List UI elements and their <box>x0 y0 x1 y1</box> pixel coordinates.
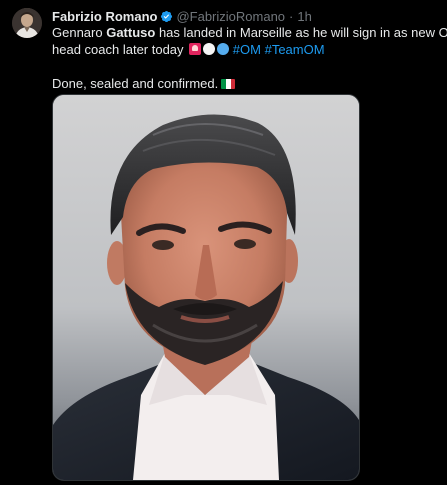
white-circle-icon <box>203 43 216 55</box>
text-segment: head coach later today <box>52 42 184 57</box>
hashtag-om[interactable]: #OM <box>233 42 261 57</box>
police-light-icon <box>189 43 202 55</box>
text-segment: Done, sealed and confirmed. <box>52 76 219 91</box>
author-display-name[interactable]: Fabrizio Romano <box>52 9 157 24</box>
text-segment: Gennaro <box>52 25 107 40</box>
tweet[interactable]: Fabrizio Romano @FabrizioRomano · 1h Gen… <box>0 0 447 485</box>
tweet-text-line-3: Done, sealed and confirmed. <box>52 75 432 92</box>
tweet-photo[interactable] <box>52 94 360 481</box>
tweet-text-line-2: head coach later today #OM #TeamOM <box>52 41 432 58</box>
tweet-header: Fabrizio Romano @FabrizioRomano · 1h <box>52 7 312 25</box>
hashtag-teamom[interactable]: #TeamOM <box>265 42 325 57</box>
tweet-timestamp[interactable]: 1h <box>297 9 311 24</box>
tweet-text-line-1: Gennaro Gattuso has landed in Marseille … <box>52 24 447 41</box>
tweet-text: Gennaro Gattuso has landed in Marseille … <box>52 24 447 92</box>
verified-badge-icon[interactable] <box>160 10 173 23</box>
author-avatar[interactable] <box>12 8 42 38</box>
author-handle[interactable]: @FabrizioRomano <box>176 9 285 24</box>
text-bold-name: Gattuso <box>106 25 156 40</box>
blue-circle-icon <box>217 43 230 55</box>
header-separator: · <box>289 8 294 24</box>
italy-flag-icon <box>221 79 236 89</box>
text-segment: has landed in Marseille as he will sign … <box>155 25 447 40</box>
